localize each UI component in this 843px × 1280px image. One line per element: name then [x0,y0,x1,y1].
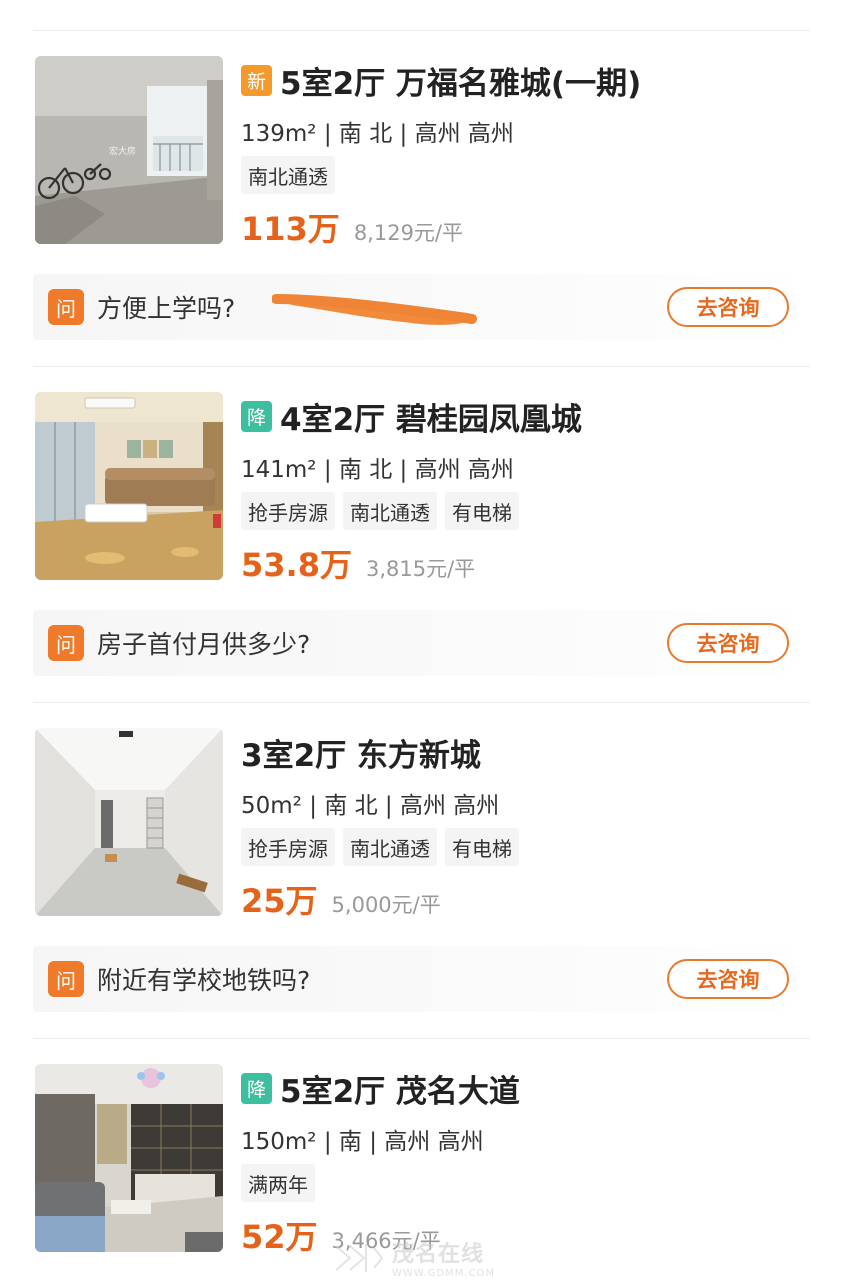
divider [33,1038,810,1039]
price-row: 53.8万 3,815元/平 [241,540,475,586]
question-bar[interactable]: 问 房子首付月供多少? 去咨询 [33,610,810,676]
listing-photo[interactable]: 宏大房 [35,56,223,244]
divider [33,366,810,367]
tag: 抢手房源 [241,828,335,866]
consult-button[interactable]: 去咨询 [667,959,789,999]
watermark-url: WWW.GDMM.COM [392,1268,496,1279]
tag: 抢手房源 [241,492,335,530]
title-row: 新 5室2厅 万福名雅城(一期) [241,58,641,102]
tag-list: 南北通透 [241,156,335,194]
watermark-logo-icon [335,1243,384,1272]
tag-list: 抢手房源 南北通透 有电梯 [241,828,519,866]
question-text: 附近有学校地铁吗? [97,966,311,995]
listing-info: 降 5室2厅 茂名大道 150m² | 南 | 高州 高州 满两年 52万 3,… [241,1064,810,1256]
tag-list: 满两年 [241,1164,315,1202]
tag: 满两年 [241,1164,315,1202]
title-row: 降 4室2厅 碧桂园凤凰城 [241,394,582,438]
tag: 南北通透 [343,828,437,866]
question-bar[interactable]: 问 附近有学校地铁吗? 去咨询 [33,946,810,1012]
site-watermark: 茂名在线 WWW.GDMM.COM [330,1236,495,1279]
tag: 有电梯 [445,828,519,866]
listing-meta: 139m² | 南 北 | 高州 高州 [241,121,514,147]
listing-photo[interactable] [35,392,223,580]
title-row: 3室2厅 东方新城 [241,730,481,774]
question-text: 方便上学吗? [97,294,236,323]
unit-price: 8,129元/平 [353,221,464,245]
listing-card[interactable]: 降 4室2厅 碧桂园凤凰城 141m² | 南 北 | 高州 高州 抢手房源 南… [33,392,810,584]
redaction-scribble [272,294,477,325]
question-icon: 问 [48,961,84,997]
title-row: 降 5室2厅 茂名大道 [241,1066,520,1110]
question-text: 房子首付月供多少? [97,630,311,659]
total-price: 25万 [241,882,318,920]
tag-list: 抢手房源 南北通透 有电梯 [241,492,519,530]
new-badge: 新 [241,64,272,96]
watermark-name: 茂名在线 [392,1242,485,1267]
price-row: 113万 8,129元/平 [241,204,463,250]
tag: 南北通透 [343,492,437,530]
listing-photo[interactable] [35,728,223,916]
divider [33,30,810,31]
listing-card[interactable]: 宏大房 新 5室2厅 万福名雅城(一期) 139m² | 南 北 | 高州 高州… [33,56,810,248]
price-row: 25万 5,000元/平 [241,876,441,922]
watermark-text: 茂名在线 WWW.GDMM.COM [392,1236,495,1279]
unit-price: 3,815元/平 [365,557,476,581]
consult-button[interactable]: 去咨询 [667,287,789,327]
listing-page: 宏大房 新 5室2厅 万福名雅城(一期) 139m² | 南 北 | 高州 高州… [0,0,843,1280]
price-drop-badge: 降 [241,1072,272,1104]
total-price: 113万 [241,210,340,248]
tag: 南北通透 [241,156,335,194]
listing-meta: 50m² | 南 北 | 高州 高州 [241,793,500,819]
listing-meta: 150m² | 南 | 高州 高州 [241,1129,484,1155]
listing-photo[interactable] [35,1064,223,1252]
listing-title[interactable]: 5室2厅 茂名大道 [280,1066,520,1111]
total-price: 53.8万 [241,546,352,584]
listing-title[interactable]: 3室2厅 东方新城 [241,730,481,775]
listing-card[interactable]: 3室2厅 东方新城 50m² | 南 北 | 高州 高州 抢手房源 南北通透 有… [33,728,810,920]
listing-title[interactable]: 4室2厅 碧桂园凤凰城 [280,394,582,439]
listing-info: 3室2厅 东方新城 50m² | 南 北 | 高州 高州 抢手房源 南北通透 有… [241,728,810,920]
photo-watermark: 宏大房 [109,145,136,157]
divider [33,702,810,703]
listing-card[interactable]: 降 5室2厅 茂名大道 150m² | 南 | 高州 高州 满两年 52万 3,… [33,1064,810,1256]
question-icon: 问 [48,625,84,661]
consult-button[interactable]: 去咨询 [667,623,789,663]
listing-meta: 141m² | 南 北 | 高州 高州 [241,457,514,483]
listing-info: 降 4室2厅 碧桂园凤凰城 141m² | 南 北 | 高州 高州 抢手房源 南… [241,392,810,584]
tag: 有电梯 [445,492,519,530]
price-drop-badge: 降 [241,400,272,432]
question-icon: 问 [48,289,84,325]
listing-title[interactable]: 5室2厅 万福名雅城(一期) [280,58,641,103]
listing-info: 新 5室2厅 万福名雅城(一期) 139m² | 南 北 | 高州 高州 南北通… [241,56,810,248]
unit-price: 5,000元/平 [331,893,441,917]
total-price: 52万 [241,1218,318,1256]
